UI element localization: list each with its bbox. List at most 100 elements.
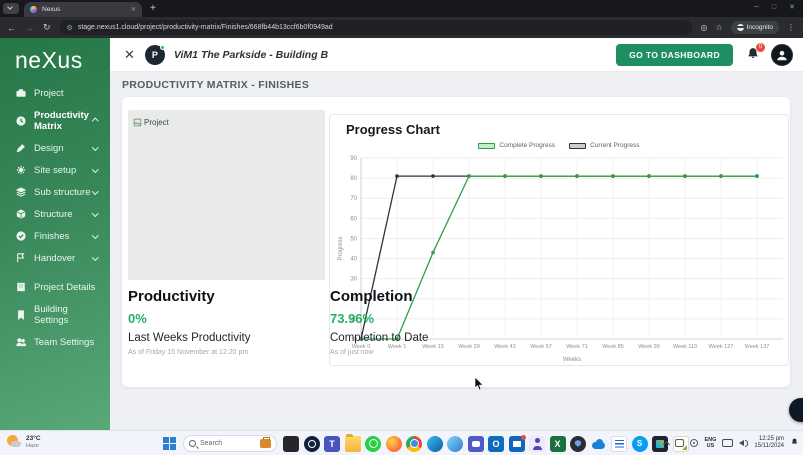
sidebar-item-finishes[interactable]: Finishes — [0, 225, 110, 247]
taskbar-weather[interactable]: 23°C Haze — [6, 434, 41, 450]
taskbar-app-teams-icon[interactable] — [324, 436, 340, 452]
forward-icon[interactable]: → — [25, 23, 34, 33]
taskbar-app-file-explorer-icon[interactable] — [345, 436, 361, 452]
volume-icon[interactable] — [739, 440, 748, 447]
taskbar: 23°C Haze Search ENG US 12:25 p — [0, 430, 803, 455]
language-line2: US — [704, 443, 716, 449]
taskbar-app-defender-icon[interactable] — [570, 436, 586, 452]
taskbar-app-outlook-mail-icon[interactable] — [509, 436, 525, 452]
taskbar-app-black-app-icon[interactable] — [283, 436, 299, 452]
taskbar-app-edge-beta-icon[interactable] — [447, 436, 463, 452]
language-indicator[interactable]: ENG US — [704, 437, 716, 449]
sidebar-item-label: Design — [34, 143, 64, 154]
bookmark-star-icon[interactable]: ☆ — [715, 23, 722, 32]
search-icon — [189, 440, 196, 447]
svg-text:50: 50 — [350, 236, 357, 242]
productivity-asof: As of Friday 15 November at 12:20 pm — [128, 349, 328, 356]
keyboard-icon[interactable] — [722, 439, 733, 447]
sidebar-item-productivity-matrix[interactable]: Productivity Matrix — [0, 104, 110, 137]
new-tab-button[interactable]: + — [150, 2, 156, 15]
site-info-icon[interactable]: ⚙ — [67, 24, 73, 32]
completion-value: 73.96% — [330, 311, 540, 326]
taskbar-app-teams-chat-icon[interactable] — [468, 436, 484, 452]
taskbar-app-vpn-app-icon[interactable] — [304, 436, 320, 452]
system-tray: ENG US 12:25 pm 15/11/2024 — [664, 434, 799, 452]
sidebar-item-label: Site setup — [34, 165, 76, 176]
clock-time: 12:25 pm — [754, 436, 784, 443]
user-avatar[interactable] — [771, 44, 793, 66]
chevron-down-icon — [7, 4, 13, 10]
sidebar-item-handover[interactable]: Handover — [0, 247, 110, 269]
productivity-title: Productivity — [128, 288, 328, 305]
browser-menu-icon[interactable]: ⋮ — [787, 23, 795, 32]
svg-text:40: 40 — [350, 257, 357, 263]
taskbar-app-excel-icon[interactable] — [550, 436, 566, 452]
taskbar-search[interactable]: Search — [183, 435, 277, 452]
svg-text:80: 80 — [350, 176, 357, 182]
tray-overflow-icon[interactable] — [663, 441, 670, 448]
sidebar-item-project-details[interactable]: Project Details — [0, 276, 110, 298]
clock-icon — [15, 115, 26, 126]
taskbar-app-edge-icon[interactable] — [427, 436, 443, 452]
back-icon[interactable]: ← — [7, 23, 16, 33]
screen: Nexus ✕ + ─ □ ✕ ← → ↻ ⚙ stage.nexus1.clo… — [0, 0, 803, 455]
completion-stat: Completion 73.96% Completion to Date As … — [330, 288, 540, 356]
taskbar-clock[interactable]: 12:25 pm 15/11/2024 — [754, 436, 784, 450]
taskbar-app-outlook-icon[interactable] — [488, 436, 504, 452]
legend-item: Complete Progress — [478, 142, 555, 149]
taskbar-app-whatsapp-icon[interactable] — [365, 436, 381, 452]
chart-title: Progress Chart — [346, 122, 440, 137]
project-image-placeholder: Project — [128, 110, 325, 280]
sidebar-item-project[interactable]: Project — [0, 82, 110, 104]
sidebar-item-structure[interactable]: Structure — [0, 203, 110, 225]
close-window-icon[interactable]: ✕ — [789, 1, 795, 15]
tab-search-button[interactable] — [3, 3, 19, 14]
broken-image-icon: Project — [133, 118, 169, 127]
browser-tab[interactable]: Nexus ✕ — [24, 2, 142, 17]
tab-close-icon[interactable]: ✕ — [131, 6, 136, 13]
svg-text:Week 113: Week 113 — [673, 344, 697, 350]
notifications-button[interactable]: 0 — [746, 47, 762, 63]
building-icon — [15, 282, 26, 293]
maximize-icon[interactable]: □ — [772, 1, 776, 15]
share-icon[interactable]: ◎ — [700, 23, 707, 32]
minimize-icon[interactable]: ─ — [754, 1, 759, 15]
taskbar-app-chrome-icon[interactable] — [406, 436, 422, 452]
notification-center-icon[interactable] — [790, 434, 799, 452]
sidebar-item-label: Project Details — [34, 282, 95, 293]
svg-text:Week 85: Week 85 — [602, 344, 624, 350]
chevron-down-icon — [92, 188, 98, 194]
image-alt-text: Project — [144, 118, 169, 127]
sidebar-item-building-settings[interactable]: Building Settings — [0, 298, 110, 331]
taskbar-app-firefox-icon[interactable] — [386, 436, 402, 452]
taskbar-app-onedrive-icon[interactable] — [591, 436, 607, 452]
project-initial: P — [152, 50, 158, 60]
reload-icon[interactable]: ↻ — [43, 22, 51, 33]
tray-device-icon[interactable] — [675, 439, 684, 447]
productivity-stat: Productivity 0% Last Weeks Productivity … — [128, 288, 328, 356]
go-to-dashboard-button[interactable]: GO TO DASHBOARD — [616, 44, 733, 66]
briefcase-icon — [15, 88, 26, 99]
sidebar-item-team-settings[interactable]: Team Settings — [0, 331, 110, 353]
taskbar-app-todo-icon[interactable] — [611, 436, 627, 452]
app-header: ✕ P ViM1 The Parkside - Building B GO TO… — [110, 38, 803, 72]
weather-desc: Haze — [26, 443, 41, 449]
svg-text:90: 90 — [350, 156, 357, 162]
search-placeholder: Search — [200, 440, 256, 447]
sidebar-item-design[interactable]: Design — [0, 137, 110, 159]
start-button[interactable] — [163, 437, 177, 451]
taskbar-app-skype-icon[interactable] — [632, 436, 648, 452]
address-bar[interactable]: ⚙ stage.nexus1.cloud/project/productivit… — [60, 20, 693, 35]
close-icon[interactable]: ✕ — [124, 47, 135, 63]
mouse-cursor — [474, 377, 484, 391]
taskbar-app-people-icon[interactable] — [529, 436, 545, 452]
tray-network-icon[interactable] — [690, 439, 698, 447]
sidebar-item-sub-structure[interactable]: Sub structure — [0, 181, 110, 203]
pen-icon — [15, 143, 26, 154]
sidebar-item-site-setup[interactable]: Site setup — [0, 159, 110, 181]
person-icon — [775, 48, 789, 62]
sidebar-item-label: Finishes — [34, 231, 69, 242]
chevron-down-icon — [92, 166, 98, 172]
project-avatar[interactable]: P — [145, 45, 165, 65]
incognito-icon — [737, 24, 744, 31]
